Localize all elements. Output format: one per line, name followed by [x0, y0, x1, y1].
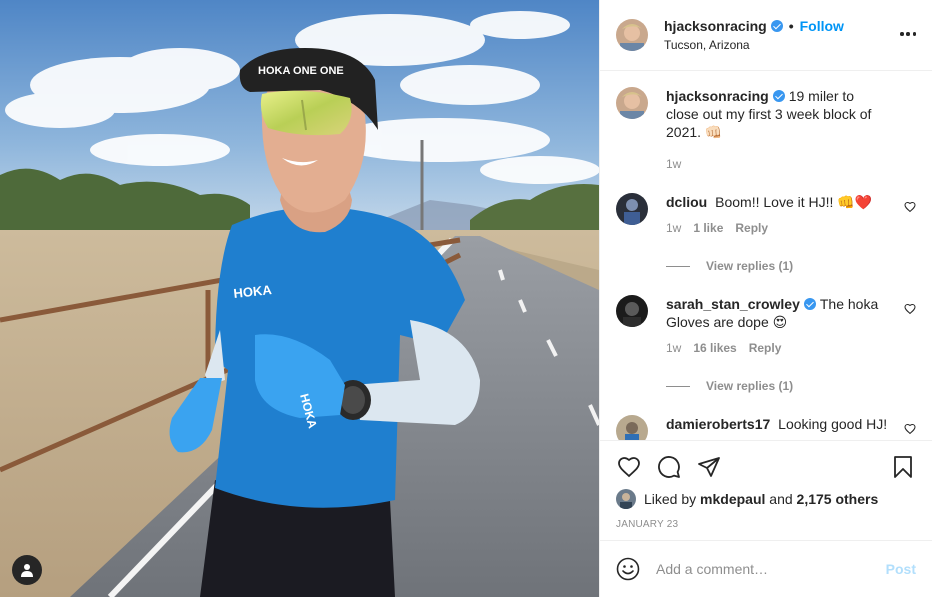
likes-summary: Liked by mkdepaul and 2,175 others	[616, 489, 916, 509]
commenter-avatar[interactable]	[616, 295, 648, 327]
post-side-panel: hjacksonracing • Follow Tucson, Arizona hj…	[599, 0, 932, 597]
post-header: hjacksonracing • Follow Tucson, Arizona	[600, 0, 932, 71]
comment-like-heart-icon[interactable]	[904, 303, 916, 315]
emoji-icon[interactable]	[616, 557, 640, 581]
comment-item: dcliou Boom!! Love it HJ!! 👊❤️ 1w 1 like…	[616, 193, 916, 237]
comment-meta: 1w 1 like Reply	[666, 219, 890, 237]
view-replies-button[interactable]: View replies (1)	[666, 259, 916, 273]
verified-badge-icon	[770, 20, 783, 32]
comment-item: damieroberts17 Looking good HJ!	[616, 415, 916, 440]
heart-icon[interactable]	[616, 454, 642, 480]
separator-dot: •	[788, 18, 794, 34]
comment-likes[interactable]: 16 likes	[693, 339, 736, 357]
comment-item: sarah_stan_crowley The hoka Gloves are do…	[616, 295, 916, 357]
comment-icon[interactable]	[656, 454, 682, 480]
commenter-avatar[interactable]	[616, 193, 648, 225]
liker-avatar[interactable]	[616, 489, 636, 509]
caption-meta: 1w	[666, 155, 890, 173]
photo-scene: HOKA ONE ONE HOKA HOKA	[0, 0, 599, 597]
liked-by-prefix: Liked by	[644, 491, 697, 507]
liked-by-user[interactable]: mkdepaul	[700, 491, 765, 507]
caption: hjacksonracing 19 miler to close out my f…	[616, 87, 916, 173]
cap-brand-text: HOKA ONE ONE	[258, 65, 344, 77]
post-date[interactable]: JANUARY 23	[616, 519, 916, 530]
caption-time[interactable]: 1w	[666, 155, 681, 173]
reply-button[interactable]: Reply	[735, 219, 768, 237]
comments-list[interactable]: hjacksonracing 19 miler to close out my f…	[600, 71, 932, 440]
post-location[interactable]: Tucson, Arizona	[664, 38, 844, 52]
caption-body: hjacksonracing 19 miler to close out my f…	[666, 87, 916, 173]
comment-like-heart-icon[interactable]	[904, 423, 916, 435]
post-actions: Liked by mkdepaul and 2,175 others JANUA…	[600, 440, 932, 540]
caption-username[interactable]: hjacksonracing	[666, 88, 769, 104]
reply-button[interactable]: Reply	[749, 339, 782, 357]
comment-likes[interactable]: 1 like	[693, 219, 723, 237]
comment-like-heart-icon[interactable]	[904, 201, 916, 213]
comment-username[interactable]: sarah_stan_crowley	[666, 296, 800, 312]
view-replies-label: View replies (1)	[706, 379, 794, 393]
comment-input[interactable]	[656, 561, 886, 577]
verified-badge-icon	[803, 298, 816, 310]
comment-time[interactable]: 1w	[666, 339, 681, 357]
comment-body: sarah_stan_crowley The hoka Gloves are do…	[666, 295, 916, 357]
comment-text: Boom!! Love it HJ!! 👊❤️	[715, 194, 873, 210]
comment-body: damieroberts17 Looking good HJ!	[666, 415, 916, 440]
user-tag-icon	[21, 564, 33, 577]
comment-meta: 1w 16 likes Reply	[666, 339, 890, 357]
author-username[interactable]: hjacksonracing	[664, 18, 767, 34]
view-replies-label: View replies (1)	[706, 259, 794, 273]
commenter-avatar[interactable]	[616, 415, 648, 440]
verified-badge-icon	[772, 90, 785, 102]
post-photo[interactable]: HOKA ONE ONE HOKA HOKA	[0, 0, 599, 597]
follow-button[interactable]: Follow	[800, 18, 844, 34]
comment-time[interactable]: 1w	[666, 219, 681, 237]
comment-body: dcliou Boom!! Love it HJ!! 👊❤️ 1w 1 like…	[666, 193, 916, 237]
liked-by-and: and	[769, 491, 793, 507]
action-icons	[616, 447, 916, 487]
comment-text: Looking good HJ!	[778, 416, 888, 432]
post-button[interactable]: Post	[886, 561, 916, 577]
post-modal: HOKA ONE ONE HOKA HOKA hjacksonracing • Fo…	[0, 0, 932, 597]
caption-avatar[interactable]	[616, 87, 648, 119]
more-options-icon[interactable]	[900, 26, 916, 42]
user-tag-button[interactable]	[12, 555, 42, 585]
liked-by-others[interactable]: 2,175 others	[797, 491, 879, 507]
view-replies-button[interactable]: View replies (1)	[666, 379, 916, 393]
author-meta: hjacksonracing • Follow Tucson, Arizona	[664, 18, 844, 52]
share-icon[interactable]	[696, 454, 722, 480]
bookmark-icon[interactable]	[890, 454, 916, 480]
add-comment-bar: Post	[600, 540, 932, 597]
author-avatar[interactable]	[616, 19, 648, 51]
comment-username[interactable]: damieroberts17	[666, 416, 770, 432]
comment-username[interactable]: dcliou	[666, 194, 707, 210]
